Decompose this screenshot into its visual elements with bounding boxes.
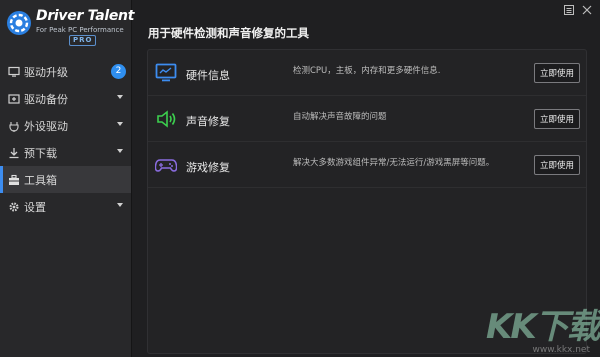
sidebar-item-driver-backup[interactable]: 驱动备份 (0, 85, 131, 112)
sidebar-item-driver-update[interactable]: 驱动升级 2 (0, 58, 131, 85)
speaker-icon (157, 110, 176, 128)
toolbox-icon (8, 174, 20, 186)
chevron-down-icon (117, 122, 123, 126)
sidebar-nav: 驱动升级 2 驱动备份 外设驱动 预下载 工具箱 设置 (0, 58, 131, 220)
menu-button[interactable] (562, 4, 576, 16)
sidebar-item-label: 外设驱动 (24, 119, 68, 133)
sidebar-item-pre-download[interactable]: 预下载 (0, 139, 131, 166)
app-logo: Driver Talent For Peak PC Performance PR… (6, 8, 134, 48)
page-title: 用于硬件检测和声音修复的工具 (148, 26, 309, 40)
app-tagline: For Peak PC Performance (36, 26, 124, 34)
sidebar: Driver Talent For Peak PC Performance PR… (0, 0, 134, 357)
tool-name: 游戏修复 (186, 161, 230, 174)
driver-talent-logo-icon (7, 11, 31, 35)
tool-description: 解决大多数游戏组件异常/无法运行/游戏黑屏等问题。 (293, 158, 495, 168)
tool-description: 自动解决声音故障的问题 (293, 112, 387, 122)
sidebar-item-settings[interactable]: 设置 (0, 193, 131, 220)
sidebar-item-label: 预下载 (24, 146, 57, 160)
tool-row-hardware-info: 硬件信息 检测CPU，主板，内存和更多硬件信息. 立即使用 (148, 50, 586, 96)
download-icon (8, 147, 20, 159)
chevron-down-icon (117, 149, 123, 153)
tool-description: 检测CPU，主板，内存和更多硬件信息. (293, 66, 441, 76)
close-icon (582, 5, 592, 15)
update-count-badge: 2 (111, 64, 126, 79)
tool-row-sound-repair: 声音修复 自动解决声音故障的问题 立即使用 (148, 96, 586, 142)
use-now-button-hardware[interactable]: 立即使用 (534, 63, 580, 83)
chevron-down-icon (117, 95, 123, 99)
watermark-url: www.kkx.net (532, 345, 591, 355)
watermark: KK下载 www.kkx.net (480, 299, 600, 355)
sidebar-item-label: 驱动备份 (24, 92, 68, 106)
app-name: Driver Talent (36, 8, 135, 24)
tool-name: 硬件信息 (186, 69, 230, 82)
hardware-monitor-icon (155, 63, 177, 82)
gamepad-icon (155, 159, 177, 172)
sidebar-item-label: 设置 (24, 200, 46, 214)
close-button[interactable] (580, 4, 594, 16)
tool-row-game-repair: 游戏修复 解决大多数游戏组件异常/无法运行/游戏黑屏等问题。 立即使用 (148, 142, 586, 188)
chevron-down-icon (117, 203, 123, 207)
backup-icon (8, 93, 20, 105)
menu-icon (564, 5, 574, 15)
monitor-icon (8, 66, 20, 78)
edition-badge: PRO (69, 35, 97, 46)
plug-icon (8, 120, 20, 132)
use-now-button-sound[interactable]: 立即使用 (534, 109, 580, 129)
sidebar-item-toolbox[interactable]: 工具箱 (0, 166, 131, 193)
tool-name: 声音修复 (186, 115, 230, 128)
sidebar-item-label: 驱动升级 (24, 65, 68, 79)
use-now-button-game[interactable]: 立即使用 (534, 155, 580, 175)
gear-icon (8, 201, 20, 213)
sidebar-item-peripheral-drivers[interactable]: 外设驱动 (0, 112, 131, 139)
sidebar-item-label: 工具箱 (24, 173, 57, 187)
watermark-text: KK下载 (486, 307, 600, 347)
